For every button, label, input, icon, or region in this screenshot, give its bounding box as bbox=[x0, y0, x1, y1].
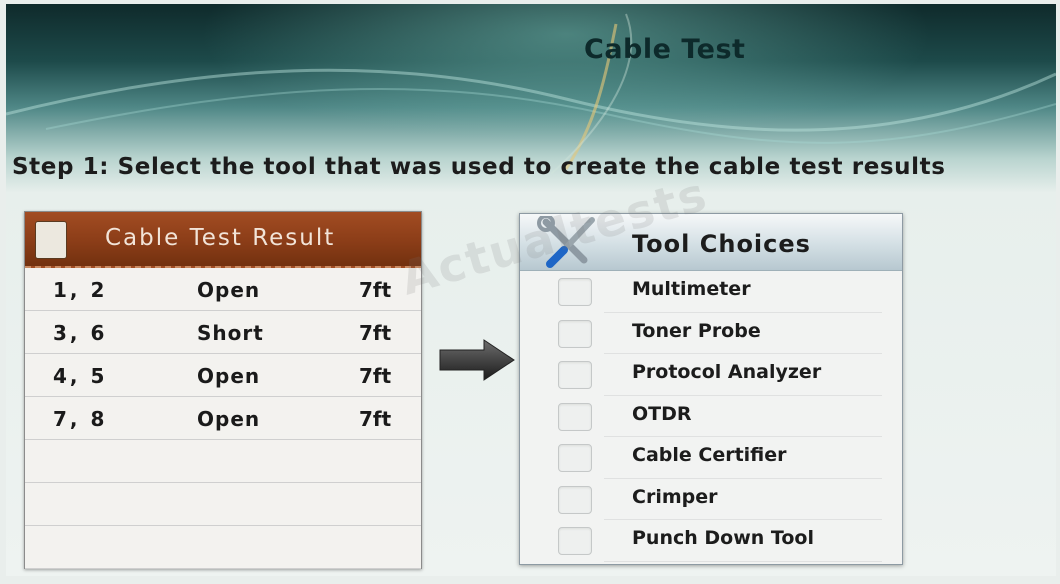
tool-option-label[interactable]: OTDR bbox=[632, 403, 692, 425]
page-title: Cable Test bbox=[584, 34, 746, 65]
result-row bbox=[25, 440, 421, 483]
pin-pair: 1, 2 bbox=[53, 278, 108, 302]
tool-option-label[interactable]: Cable Certifier bbox=[632, 444, 787, 466]
tool-checkbox[interactable] bbox=[558, 278, 592, 306]
pin-pair: 4, 5 bbox=[53, 364, 108, 388]
pin-pair: 7, 8 bbox=[53, 407, 108, 431]
tools-icon bbox=[537, 216, 595, 268]
tool-option-label[interactable]: Protocol Analyzer bbox=[632, 361, 821, 383]
tool-option[interactable]: OTDR bbox=[520, 396, 902, 437]
result-status: Open bbox=[197, 407, 261, 431]
tool-checkbox[interactable] bbox=[558, 485, 592, 514]
result-row: 7, 8 Open 7ft bbox=[25, 397, 421, 440]
tool-option-label[interactable]: Toner Probe bbox=[632, 320, 761, 342]
cable-length: 7ft bbox=[359, 407, 392, 431]
tool-panel-title: Tool Choices bbox=[632, 230, 811, 258]
tool-choices-panel: Tool Choices Multimeter Toner Probe Protoc… bbox=[519, 213, 903, 565]
tool-option-label[interactable]: Punch Down Tool bbox=[632, 527, 814, 549]
result-rows: 1, 2 Open 7ft 3, 6 Short 7ft 4, 5 Open 7ft 7, 8 Op… bbox=[25, 268, 421, 569]
result-panel-title: Cable Test Result bbox=[105, 225, 336, 251]
tool-checkbox[interactable] bbox=[558, 402, 592, 431]
tool-checkbox[interactable] bbox=[558, 444, 592, 472]
result-row bbox=[25, 526, 421, 569]
background-swoosh bbox=[6, 13, 1056, 174]
result-status: Open bbox=[197, 278, 261, 302]
tool-option[interactable]: Toner Probe bbox=[520, 313, 902, 354]
pin-pair: 3, 6 bbox=[53, 321, 108, 345]
tool-option[interactable]: Protocol Analyzer bbox=[520, 354, 902, 396]
document-icon bbox=[35, 221, 67, 259]
tool-option[interactable]: Cable Certifier bbox=[520, 437, 902, 479]
result-row bbox=[25, 483, 421, 526]
result-row: 3, 6 Short 7ft bbox=[25, 311, 421, 354]
tool-option-label[interactable]: Multimeter bbox=[632, 278, 751, 300]
cable-length: 7ft bbox=[359, 364, 392, 388]
step-instruction: Step 1: Select the tool that was used to… bbox=[12, 154, 946, 180]
tool-option[interactable]: Multimeter bbox=[520, 271, 902, 313]
tool-checkbox[interactable] bbox=[558, 361, 592, 389]
tool-options: Multimeter Toner Probe Protocol Analyzer OT… bbox=[520, 271, 902, 562]
result-status: Short bbox=[197, 321, 264, 345]
tool-panel-header: Tool Choices bbox=[520, 214, 902, 271]
result-panel-header: Cable Test Result bbox=[25, 212, 421, 268]
result-row: 4, 5 Open 7ft bbox=[25, 354, 421, 397]
tool-option-label[interactable]: Crimper bbox=[632, 486, 717, 508]
cable-test-result-panel: Cable Test Result 1, 2 Open 7ft 3, 6 Short 7f… bbox=[24, 211, 422, 569]
result-status: Open bbox=[197, 364, 261, 388]
cable-length: 7ft bbox=[359, 321, 392, 345]
row-divider bbox=[604, 560, 882, 562]
tool-option[interactable]: Punch Down Tool bbox=[520, 520, 902, 562]
result-row: 1, 2 Open 7ft bbox=[25, 268, 421, 311]
arrow-right-icon bbox=[439, 339, 515, 381]
tool-option[interactable]: Crimper bbox=[520, 479, 902, 520]
screen: Cable Test Step 1: Select the tool that … bbox=[6, 4, 1056, 576]
cable-length: 7ft bbox=[359, 278, 392, 302]
tool-checkbox[interactable] bbox=[558, 319, 592, 348]
tool-checkbox[interactable] bbox=[558, 527, 592, 555]
